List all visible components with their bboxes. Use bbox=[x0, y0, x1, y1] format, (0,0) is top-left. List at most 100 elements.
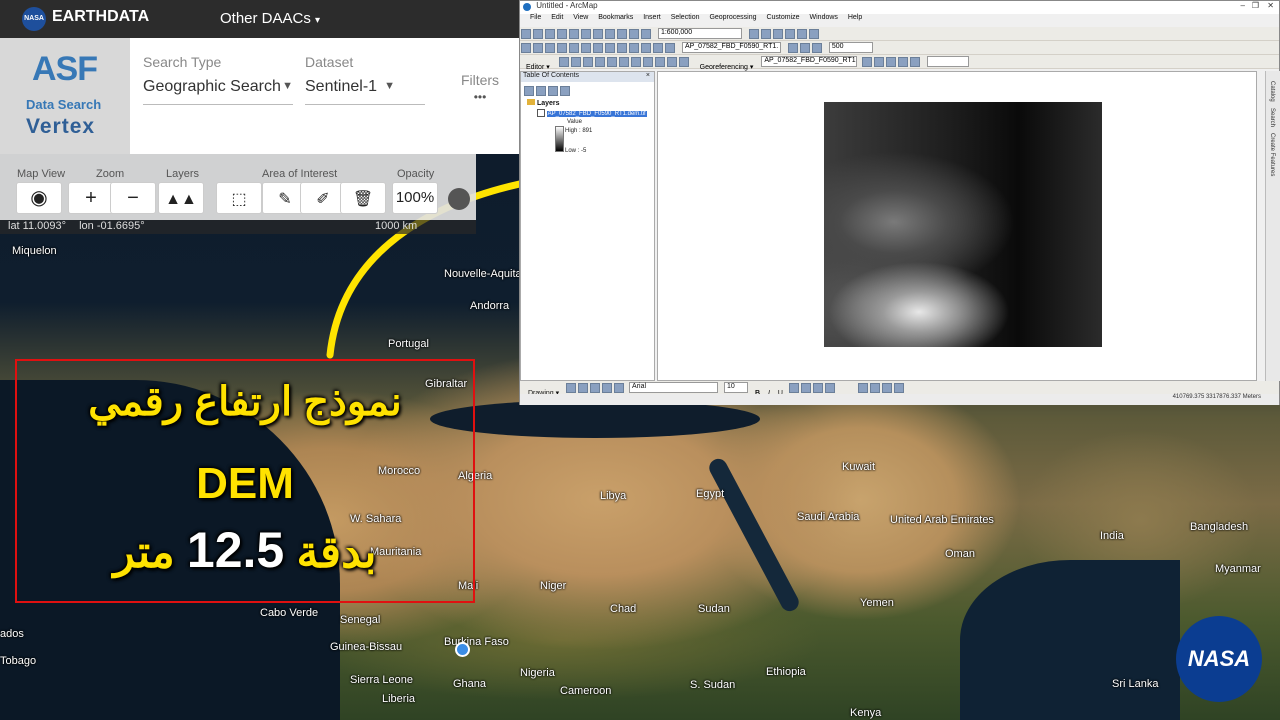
layout-tool-icon[interactable] bbox=[857, 383, 868, 393]
zoom-in-tool-icon[interactable] bbox=[521, 43, 531, 53]
scale-input[interactable]: 1:600,000 bbox=[657, 28, 742, 39]
rotate-element-icon[interactable] bbox=[578, 383, 589, 393]
forward-icon[interactable] bbox=[605, 43, 615, 53]
paste-icon[interactable] bbox=[593, 29, 603, 39]
font-color-icon[interactable] bbox=[788, 383, 799, 393]
map-location-marker[interactable] bbox=[455, 642, 470, 657]
dataset-select[interactable]: Sentinel-1 ▼ bbox=[305, 78, 425, 96]
menu-edit[interactable]: Edit bbox=[551, 14, 563, 21]
minimize-icon[interactable]: – bbox=[1241, 1, 1245, 10]
opacity-toggle[interactable] bbox=[448, 188, 470, 210]
point-icon[interactable] bbox=[594, 57, 605, 67]
undo-icon[interactable] bbox=[617, 29, 627, 39]
select-elements-icon[interactable] bbox=[566, 383, 577, 393]
font-size-select[interactable]: 10 bbox=[724, 382, 748, 393]
list-by-visibility-icon[interactable] bbox=[548, 86, 558, 96]
create-features-tab[interactable]: Create Features bbox=[1269, 133, 1275, 176]
layout-zoom-icon[interactable] bbox=[869, 383, 880, 393]
open-icon[interactable] bbox=[533, 29, 543, 39]
menu-view[interactable]: View bbox=[573, 14, 588, 21]
line-color-icon[interactable] bbox=[812, 383, 823, 393]
new-icon[interactable] bbox=[521, 29, 531, 39]
text-icon[interactable] bbox=[602, 383, 613, 393]
filters-button[interactable]: Filters ••• bbox=[455, 72, 505, 104]
zoom-out-button[interactable]: − bbox=[110, 182, 156, 214]
map-display[interactable] bbox=[657, 71, 1257, 381]
layer-select[interactable]: AP_07582_FBD_F0590_RT1. bbox=[681, 42, 781, 53]
list-by-drawing-order-icon[interactable] bbox=[524, 86, 534, 96]
layers-button[interactable]: ▲▲ bbox=[158, 182, 204, 214]
redo-icon[interactable] bbox=[629, 29, 639, 39]
create-features-icon[interactable] bbox=[678, 57, 689, 67]
menu-help[interactable]: Help bbox=[848, 14, 862, 21]
checkbox-icon[interactable] bbox=[537, 109, 545, 117]
find-icon[interactable] bbox=[641, 43, 651, 53]
other-daacs-menu[interactable]: Other DAACs ▾ bbox=[220, 10, 320, 27]
zoom-out-tool-icon[interactable] bbox=[533, 43, 543, 53]
back-icon[interactable] bbox=[593, 43, 603, 53]
rotate-icon[interactable] bbox=[642, 57, 653, 67]
edit-tool-icon[interactable] bbox=[558, 57, 569, 67]
add-data-icon[interactable] bbox=[641, 29, 651, 39]
contrast-icon[interactable] bbox=[787, 43, 798, 53]
menu-file[interactable]: File bbox=[530, 14, 541, 21]
editor-menu[interactable]: Editor ▾ bbox=[526, 64, 550, 71]
scale-icon[interactable] bbox=[886, 57, 897, 67]
line-icon[interactable] bbox=[614, 383, 625, 393]
layout-pan-icon[interactable] bbox=[881, 383, 892, 393]
editor-toolbar-icon[interactable] bbox=[748, 29, 759, 39]
search-icon[interactable] bbox=[784, 29, 795, 39]
close-icon[interactable]: ✕ bbox=[1267, 1, 1274, 10]
list-by-source-icon[interactable] bbox=[536, 86, 546, 96]
reshape-icon[interactable] bbox=[606, 57, 617, 67]
opacity-button[interactable]: 100% bbox=[392, 182, 438, 214]
fill-color-icon[interactable] bbox=[800, 383, 811, 393]
close-icon[interactable]: × bbox=[646, 72, 650, 79]
arctoolbox-icon[interactable] bbox=[796, 29, 807, 39]
cut-icon[interactable] bbox=[569, 29, 579, 39]
print-icon[interactable] bbox=[557, 29, 567, 39]
identify-icon[interactable] bbox=[629, 43, 639, 53]
toc-layer-item[interactable]: AP_07582_FBD_F0590_RT1.dem.tif bbox=[537, 109, 647, 117]
georeferencing-menu[interactable]: Georeferencing ▾ bbox=[700, 64, 754, 71]
layout-full-icon[interactable] bbox=[893, 383, 904, 393]
nasa-logo[interactable]: NASA bbox=[22, 7, 46, 31]
view-link-table-icon[interactable] bbox=[910, 57, 921, 67]
menu-geoprocessing[interactable]: Geoprocessing bbox=[709, 14, 756, 21]
rotate-georef-icon[interactable] bbox=[862, 57, 873, 67]
brightness-icon[interactable] bbox=[799, 43, 810, 53]
cut-polygons-icon[interactable] bbox=[618, 57, 629, 67]
add-control-points-icon[interactable] bbox=[898, 57, 909, 67]
catalog-tab[interactable]: Catalog bbox=[1269, 81, 1275, 102]
clear-button[interactable]: 🗑 bbox=[340, 182, 386, 214]
map-view-button[interactable]: ◉ bbox=[16, 182, 62, 214]
python-icon[interactable] bbox=[808, 29, 819, 39]
restore-icon[interactable]: ❐ bbox=[1252, 1, 1259, 10]
zoom-in-button[interactable]: + bbox=[68, 182, 114, 214]
menu-windows[interactable]: Windows bbox=[810, 14, 838, 21]
sketch-properties-icon[interactable] bbox=[666, 57, 677, 67]
save-icon[interactable] bbox=[545, 29, 555, 39]
aoi-box-button[interactable]: ⬚ bbox=[216, 182, 262, 214]
georef-input[interactable] bbox=[927, 56, 970, 67]
select-icon[interactable] bbox=[617, 43, 627, 53]
shift-icon[interactable] bbox=[874, 57, 885, 67]
font-name-select[interactable]: Arial bbox=[629, 382, 719, 393]
delete-icon[interactable] bbox=[605, 29, 615, 39]
georef-layer-select[interactable]: AP_07582_FBD_F0590_RT1.de bbox=[761, 56, 858, 67]
full-extent-icon[interactable] bbox=[557, 43, 567, 53]
menu-customize[interactable]: Customize bbox=[766, 14, 799, 21]
menu-selection[interactable]: Selection bbox=[671, 14, 700, 21]
rectangle-icon[interactable] bbox=[590, 383, 601, 393]
catalog-icon[interactable] bbox=[772, 29, 783, 39]
menu-bookmarks[interactable]: Bookmarks bbox=[598, 14, 633, 21]
fixed-zoom-in-icon[interactable] bbox=[569, 43, 579, 53]
attributes-icon[interactable] bbox=[654, 57, 665, 67]
marker-color-icon[interactable] bbox=[824, 383, 835, 393]
search-type-select[interactable]: Geographic Search ▼ bbox=[143, 78, 293, 96]
toc-icon[interactable] bbox=[760, 29, 771, 39]
toc-layers-group[interactable]: Layers bbox=[527, 99, 560, 107]
fixed-zoom-out-icon[interactable] bbox=[581, 43, 591, 53]
menu-insert[interactable]: Insert bbox=[643, 14, 661, 21]
list-by-selection-icon[interactable] bbox=[560, 86, 570, 96]
